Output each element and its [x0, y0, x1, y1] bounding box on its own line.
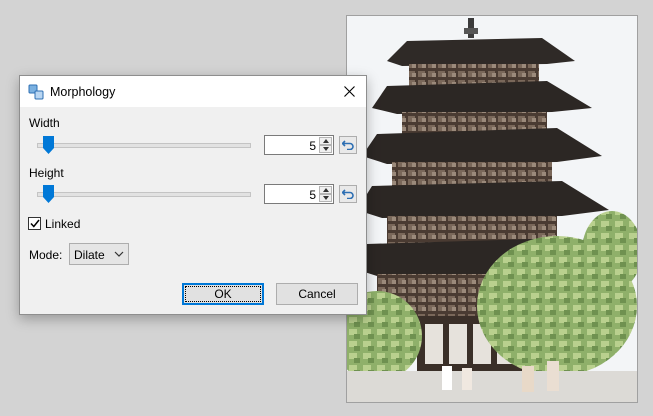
mode-label: Mode:: [29, 248, 63, 262]
chevron-down-icon: [322, 196, 329, 200]
chevron-up-icon: [322, 188, 329, 192]
height-slider-track: [37, 192, 251, 197]
chevron-down-icon: [322, 147, 329, 151]
mode-dropdown[interactable]: Dilate: [69, 243, 129, 265]
image-canvas: [346, 15, 638, 403]
undo-icon: [342, 189, 354, 199]
linked-label: Linked: [45, 217, 81, 231]
height-slider[interactable]: [34, 184, 254, 204]
focus-rect: [185, 286, 261, 302]
close-button[interactable]: [332, 76, 366, 107]
morphology-app-icon: [28, 84, 44, 100]
height-increment-button[interactable]: [319, 186, 332, 194]
width-increment-button[interactable]: [319, 137, 332, 145]
height-reset-button[interactable]: [339, 185, 357, 203]
chevron-up-icon: [322, 139, 329, 143]
width-value: 5: [309, 139, 316, 153]
dialog-title: Morphology: [50, 85, 116, 99]
ok-button[interactable]: OK: [182, 283, 264, 305]
height-spinbox[interactable]: 5: [264, 184, 334, 204]
width-slider-track: [37, 143, 251, 148]
width-slider-thumb[interactable]: [43, 136, 54, 154]
width-decrement-button[interactable]: [319, 145, 332, 153]
height-label: Height: [29, 166, 64, 180]
close-icon: [343, 86, 355, 97]
width-spinbox[interactable]: 5: [264, 135, 334, 155]
mode-selected-value: Dilate: [74, 248, 105, 262]
undo-icon: [342, 140, 354, 150]
checkmark-icon: [29, 219, 40, 228]
title-bar: Morphology: [20, 76, 366, 107]
chevron-down-icon: [114, 251, 124, 257]
pagoda-photo: [347, 16, 637, 402]
cancel-button[interactable]: Cancel: [276, 283, 358, 305]
linked-checkbox[interactable]: [28, 217, 41, 230]
height-decrement-button[interactable]: [319, 194, 332, 202]
height-value: 5: [309, 188, 316, 202]
morphology-dialog: Morphology Width 5 Height 5 Linked Mode:…: [19, 75, 367, 315]
width-reset-button[interactable]: [339, 136, 357, 154]
width-slider[interactable]: [34, 135, 254, 155]
width-label: Width: [29, 116, 60, 130]
cancel-button-label: Cancel: [298, 287, 336, 301]
height-slider-thumb[interactable]: [43, 185, 54, 203]
